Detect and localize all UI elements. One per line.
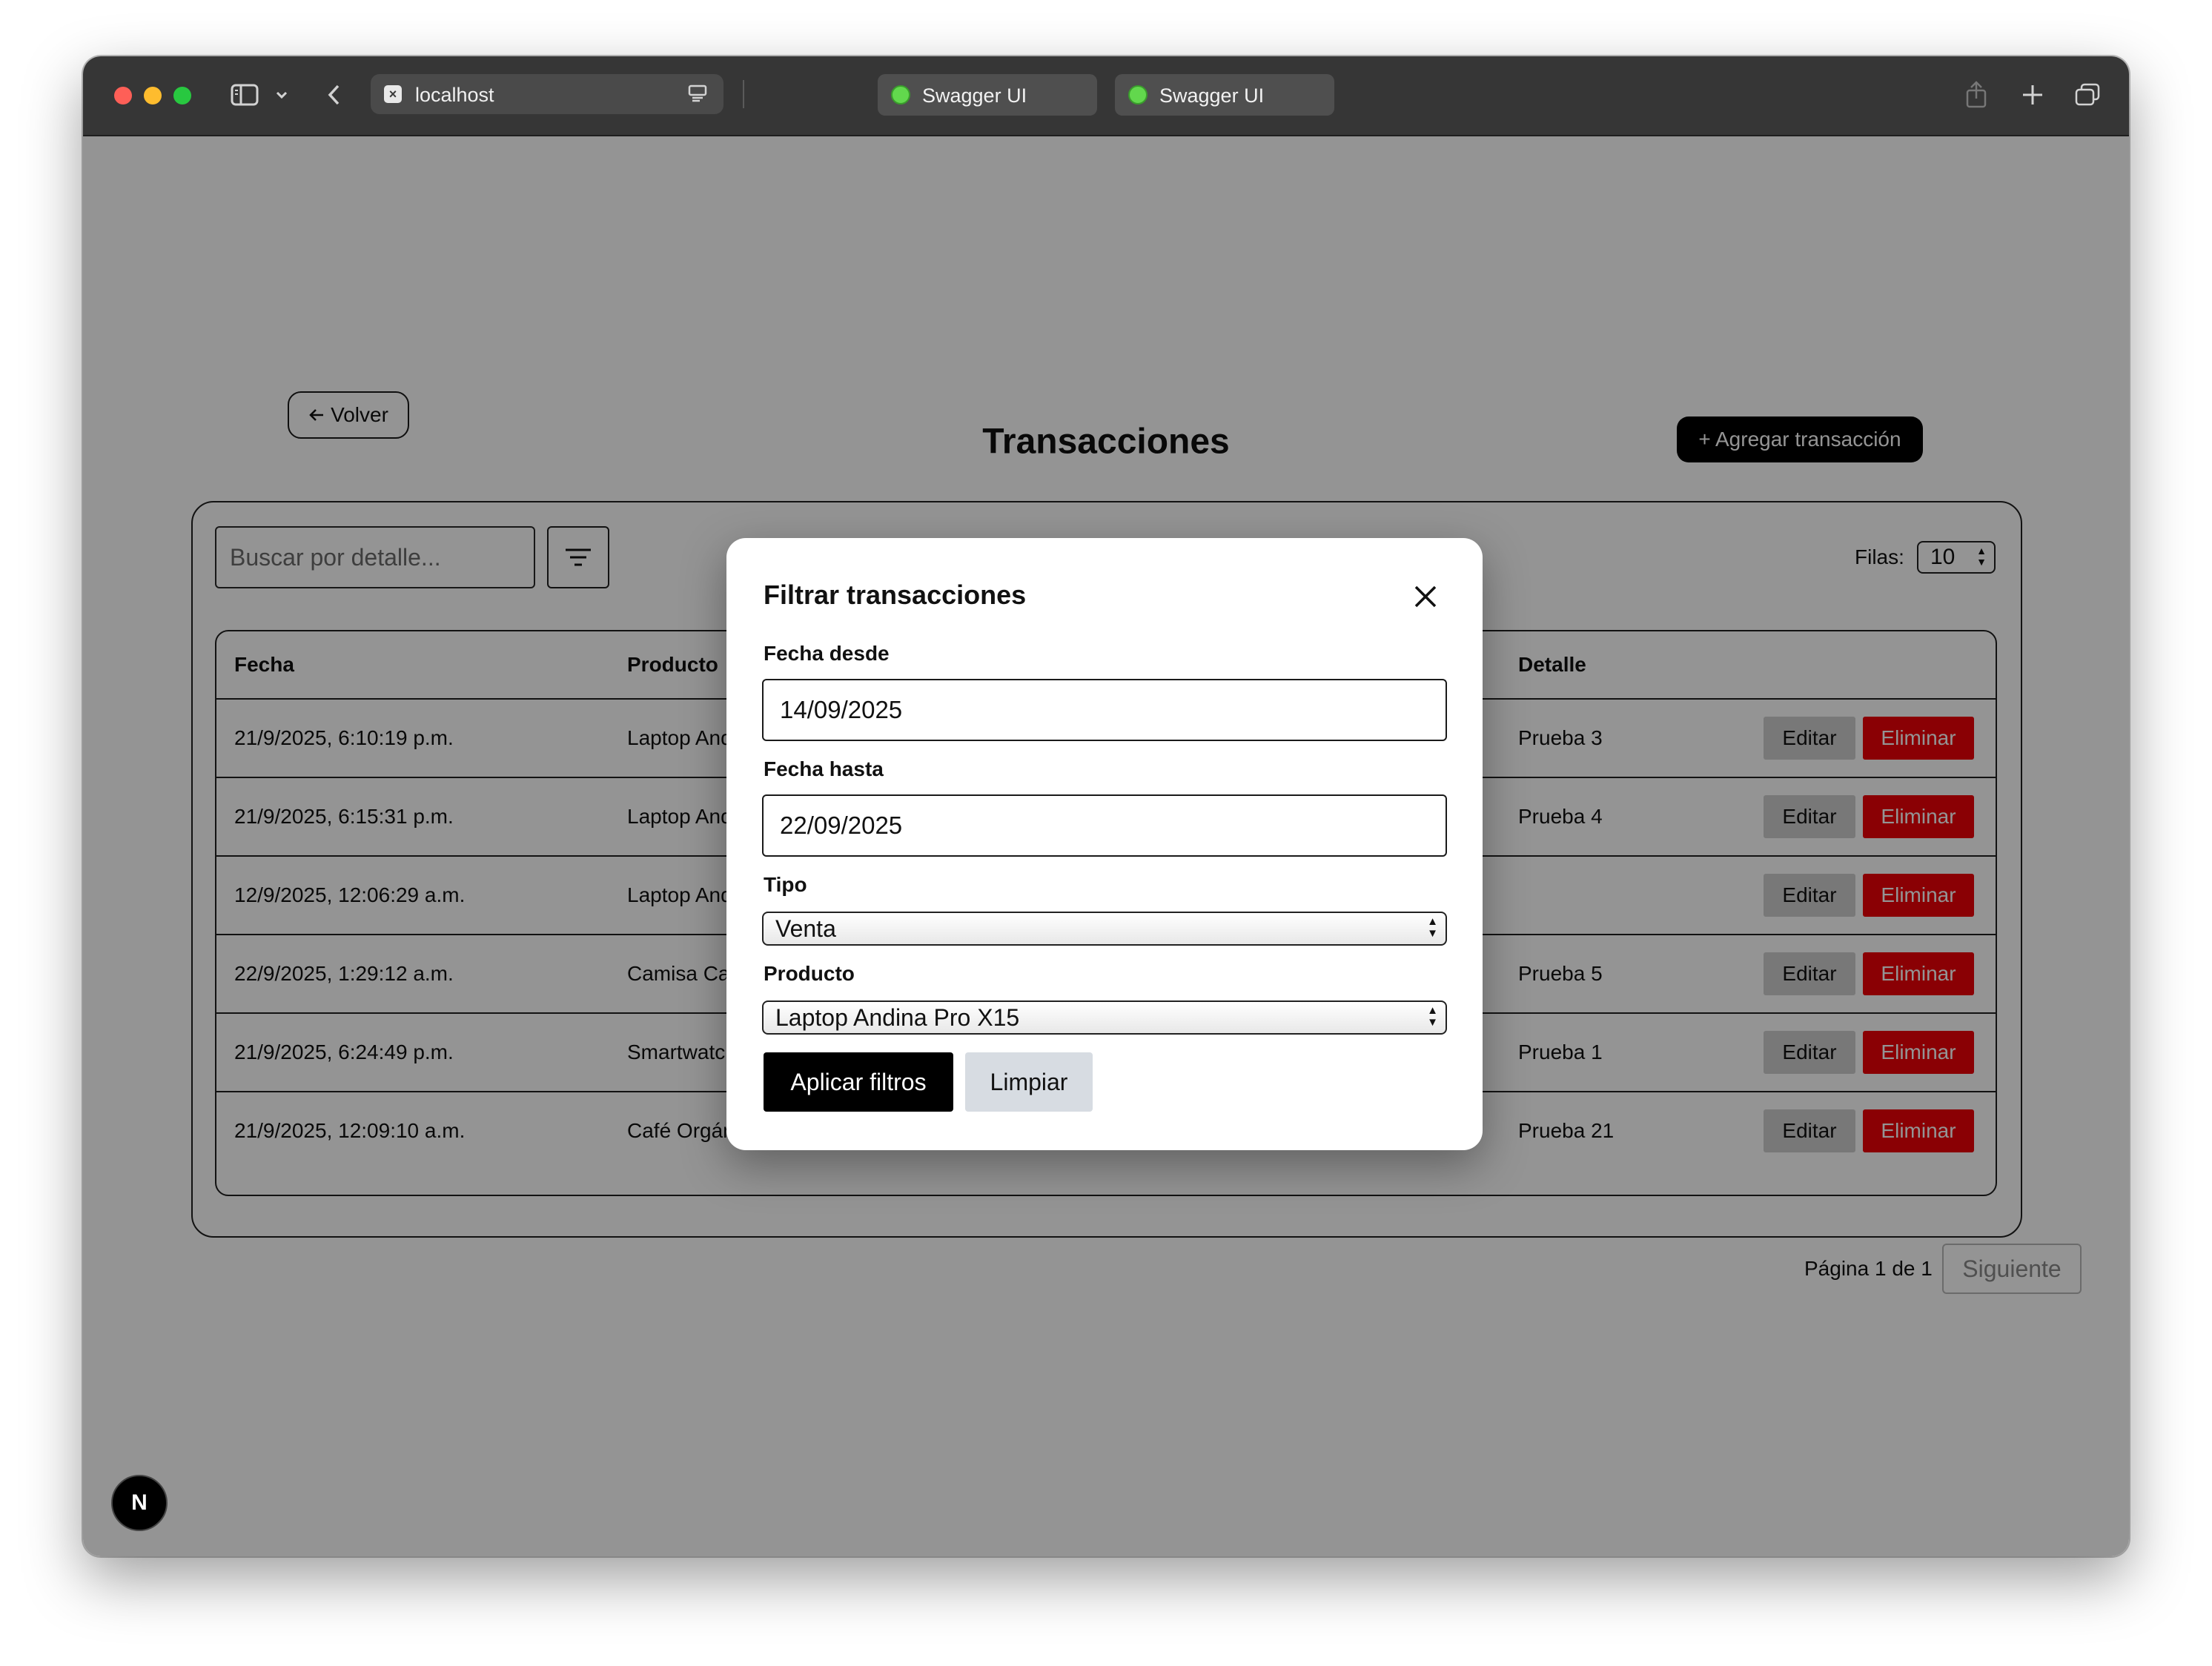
tipo-select[interactable]: Venta ▲ ▼ [762, 912, 1447, 946]
nextjs-dev-badge[interactable]: N [111, 1475, 168, 1531]
browser-window: × localhost Swagger UI Swagger UI Volver… [83, 56, 2129, 1556]
producto-select[interactable]: Laptop Andina Pro X15 ▲ ▼ [762, 1000, 1447, 1035]
fecha-hasta-input[interactable]: 22/09/2025 [762, 794, 1447, 857]
fecha-hasta-label: Fecha hasta [764, 757, 884, 780]
tipo-label: Tipo [764, 873, 807, 896]
clear-filters-button[interactable]: Limpiar [965, 1052, 1093, 1112]
producto-label: Producto [764, 962, 855, 985]
select-arrows-icon: ▲ ▼ [1427, 915, 1438, 940]
tipo-select-value: Venta [775, 915, 836, 942]
filter-modal: Filtrar transacciones Fecha desde 14/09/… [726, 538, 1483, 1150]
fecha-desde-label: Fecha desde [764, 642, 890, 665]
select-arrows-icon: ▲ ▼ [1427, 1004, 1438, 1029]
fecha-desde-input[interactable]: 14/09/2025 [762, 679, 1447, 741]
close-modal-button[interactable] [1410, 581, 1441, 612]
close-icon [1414, 585, 1437, 608]
modal-title: Filtrar transacciones [764, 580, 1027, 610]
producto-select-value: Laptop Andina Pro X15 [775, 1004, 1020, 1031]
apply-filters-button[interactable]: Aplicar filtros [764, 1052, 953, 1112]
